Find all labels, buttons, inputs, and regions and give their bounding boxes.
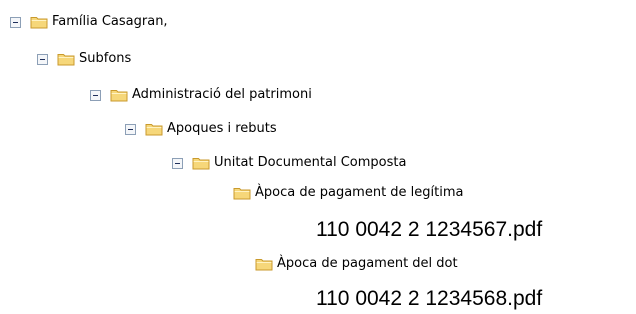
folder-icon[interactable]: [30, 14, 48, 30]
folder-icon[interactable]: [192, 155, 210, 171]
node-label[interactable]: Apoques i rebuts: [167, 121, 277, 137]
folder-icon[interactable]: [110, 87, 128, 103]
folder-icon[interactable]: [145, 121, 163, 137]
node-label[interactable]: Família Casagran,: [52, 14, 168, 30]
node-label[interactable]: Àpoca de pagament de legítima: [255, 185, 464, 201]
node-label[interactable]: Àpoca de pagament del dot: [277, 256, 458, 272]
folder-icon[interactable]: [255, 256, 273, 272]
collapse-icon[interactable]: [90, 90, 101, 101]
folder-icon[interactable]: [233, 185, 251, 201]
collapse-icon[interactable]: [172, 158, 183, 169]
node-label[interactable]: Subfons: [79, 51, 131, 67]
collapse-icon[interactable]: [37, 54, 48, 65]
node-label[interactable]: Unitat Documental Composta: [214, 155, 406, 171]
file-link-dot[interactable]: 110 0042 2 1234568.pdf: [316, 287, 542, 311]
file-link-legitima[interactable]: 110 0042 2 1234567.pdf: [316, 218, 542, 242]
node-label[interactable]: Administració del patrimoni: [132, 87, 312, 103]
collapse-icon[interactable]: [125, 124, 136, 135]
folder-icon[interactable]: [57, 51, 75, 67]
collapse-icon[interactable]: [10, 17, 21, 28]
